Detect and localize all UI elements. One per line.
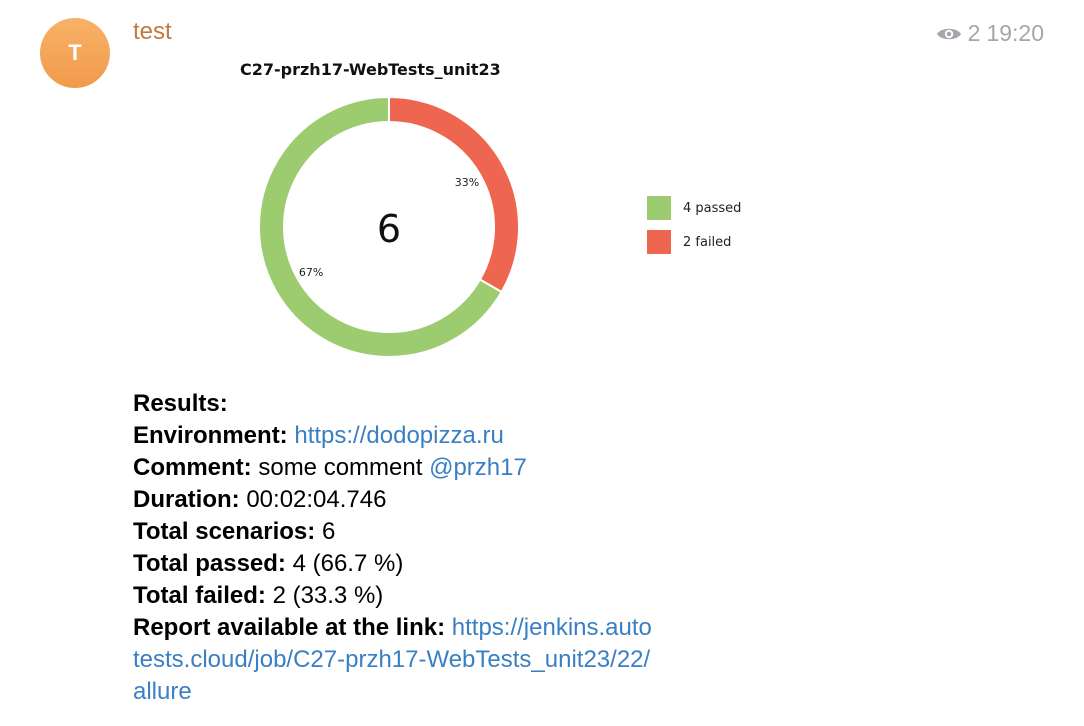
failed-value: 2 (33.3 %) <box>272 582 384 609</box>
scenarios-label: Total scenarios: <box>133 518 316 545</box>
chart-legend: 4 passed 2 failed <box>647 196 741 254</box>
passed-label: Total passed: <box>133 550 286 577</box>
duration-label: Duration: <box>133 486 240 513</box>
results-heading: Results: <box>133 390 228 417</box>
eye-icon <box>936 28 961 39</box>
environment-link[interactable]: https://dodopizza.ru <box>294 422 503 449</box>
mention-link[interactable]: @przh17 <box>429 454 527 481</box>
comment-text: some comment <box>258 454 423 481</box>
chart-center-total: 6 <box>377 207 401 251</box>
results-block: Results: Environment: https://dodopizza.… <box>133 388 1033 708</box>
legend-label-passed: 4 passed <box>683 201 741 216</box>
duration-value: 00:02:04.746 <box>246 486 387 513</box>
comment-label: Comment: <box>133 454 252 481</box>
message-meta: 2 19:20 <box>936 20 1044 47</box>
failed-label: Total failed: <box>133 582 266 609</box>
avatar[interactable]: T <box>40 18 110 88</box>
scenarios-value: 6 <box>321 518 336 545</box>
avatar-letter: T <box>68 40 82 65</box>
slice-label-failed: 33% <box>455 176 479 189</box>
slice-label-passed: 67% <box>299 266 323 279</box>
environment-label: Environment: <box>133 422 288 449</box>
passed-value: 4 (66.7 %) <box>292 550 404 577</box>
legend-swatch-failed <box>647 230 671 254</box>
message-time: 19:20 <box>986 20 1044 46</box>
view-count: 2 <box>967 20 981 46</box>
sender-name[interactable]: test <box>133 18 172 46</box>
legend-swatch-passed <box>647 196 671 220</box>
donut-chart: 33% 67% 6 4 passed 2 failed <box>258 95 741 358</box>
report-label: Report available at the link: <box>133 614 446 641</box>
slice-failed <box>388 95 520 294</box>
chart-title: C27-przh17-WebTests_unit23 <box>240 60 501 79</box>
legend-label-failed: 2 failed <box>683 235 731 250</box>
